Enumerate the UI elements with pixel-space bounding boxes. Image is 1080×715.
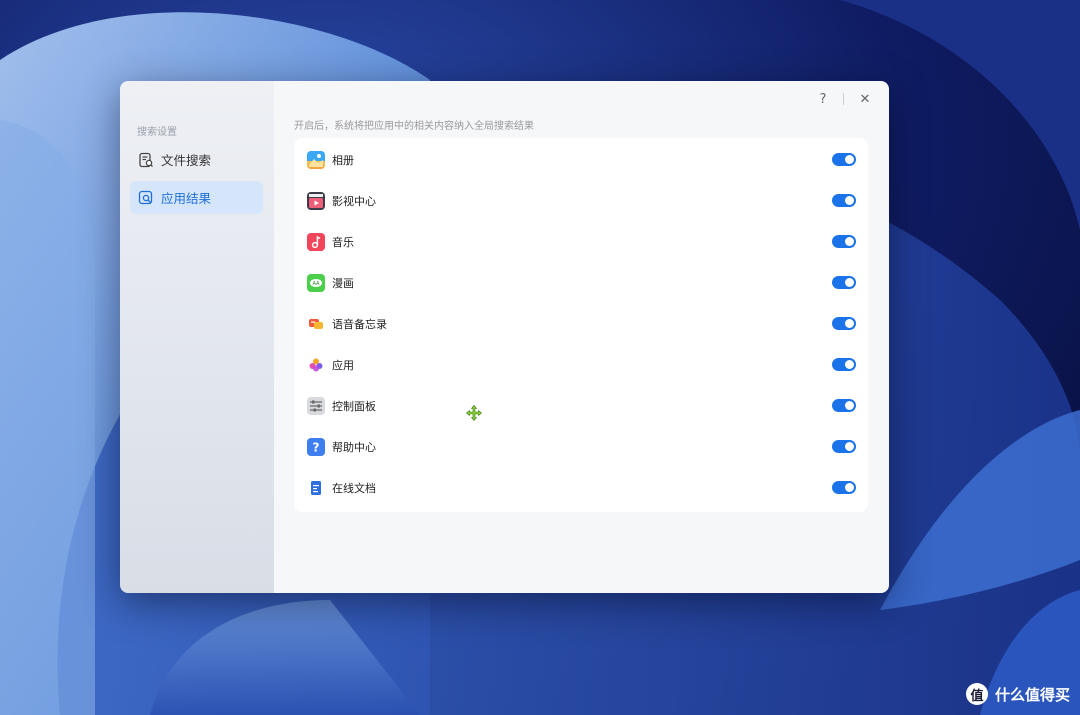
app-label: 应用: [332, 358, 354, 372]
app-label: 音乐: [332, 235, 354, 249]
list-item: 影视中心: [294, 180, 868, 221]
sidebar: 搜索设置 文件搜索 应用结果: [120, 81, 274, 593]
video-center-icon: [307, 191, 325, 210]
help-center-icon: ?: [307, 437, 325, 456]
watermark-logo-icon: 值: [965, 683, 988, 705]
music-toggle[interactable]: [832, 235, 856, 248]
control-panel-toggle[interactable]: [832, 399, 856, 412]
app-search-icon: [138, 190, 154, 206]
sidebar-item-label: 应用结果: [161, 191, 212, 206]
list-item: 控制面板: [294, 385, 868, 426]
help-center-toggle[interactable]: [832, 440, 856, 453]
list-item: 在线文档: [294, 467, 868, 508]
list-item: 语音备忘录: [294, 303, 868, 344]
move-cursor-icon: [466, 405, 482, 421]
list-item: 相册: [294, 139, 868, 180]
list-item: AA 漫画: [294, 262, 868, 303]
close-button[interactable]: ✕: [855, 89, 875, 109]
app-list-card: 相册 影视中心 音乐 AA 漫画 语音备忘录 应用 控制面板 ? 帮助中心 在线…: [294, 138, 868, 512]
apps-toggle[interactable]: [832, 358, 856, 371]
video-center-toggle[interactable]: [832, 194, 856, 207]
sidebar-heading: 搜索设置: [137, 127, 177, 138]
comics-toggle[interactable]: [832, 276, 856, 289]
svg-text:AA: AA: [313, 281, 321, 287]
help-button[interactable]: ?: [813, 89, 833, 109]
list-item: 应用: [294, 344, 868, 385]
main-panel: ? ✕ 开启后，系统将把应用中的相关内容纳入全局搜索结果 相册 影视中心 音乐 …: [274, 81, 889, 593]
sidebar-item-app-results[interactable]: 应用结果: [130, 181, 263, 214]
app-label: 控制面板: [332, 399, 376, 413]
photos-toggle[interactable]: [832, 153, 856, 166]
app-label: 在线文档: [332, 481, 376, 495]
voice-memo-icon: [307, 315, 325, 333]
apps-icon: [307, 356, 325, 374]
file-search-icon: [138, 152, 154, 168]
online-docs-icon: [307, 479, 325, 497]
sidebar-item-file-search[interactable]: 文件搜索: [130, 143, 263, 176]
list-item: 音乐: [294, 221, 868, 262]
music-icon: [307, 232, 325, 251]
watermark-text: 什么值得买: [994, 685, 1070, 704]
photos-icon: [307, 150, 325, 169]
svg-text:?: ?: [313, 440, 320, 454]
app-label: 相册: [332, 153, 354, 167]
titlebar-divider: [843, 93, 844, 105]
app-label: 影视中心: [332, 194, 376, 208]
control-panel-icon: [307, 396, 325, 415]
app-label: 帮助中心: [332, 440, 376, 454]
watermark: 值 什么值得买: [965, 683, 1070, 705]
sidebar-item-label: 文件搜索: [161, 153, 212, 168]
app-label: 语音备忘录: [332, 317, 387, 331]
comics-icon: AA: [307, 273, 325, 292]
search-settings-window: 搜索设置 文件搜索 应用结果 ? ✕ 开启后，系统将把应用中的相关内容纳入全局搜…: [120, 81, 889, 593]
app-label: 漫画: [332, 276, 354, 290]
section-description: 开启后，系统将把应用中的相关内容纳入全局搜索结果: [294, 121, 534, 132]
voice-memo-toggle[interactable]: [832, 317, 856, 330]
list-item: ? 帮助中心: [294, 426, 868, 467]
online-docs-toggle[interactable]: [832, 481, 856, 494]
